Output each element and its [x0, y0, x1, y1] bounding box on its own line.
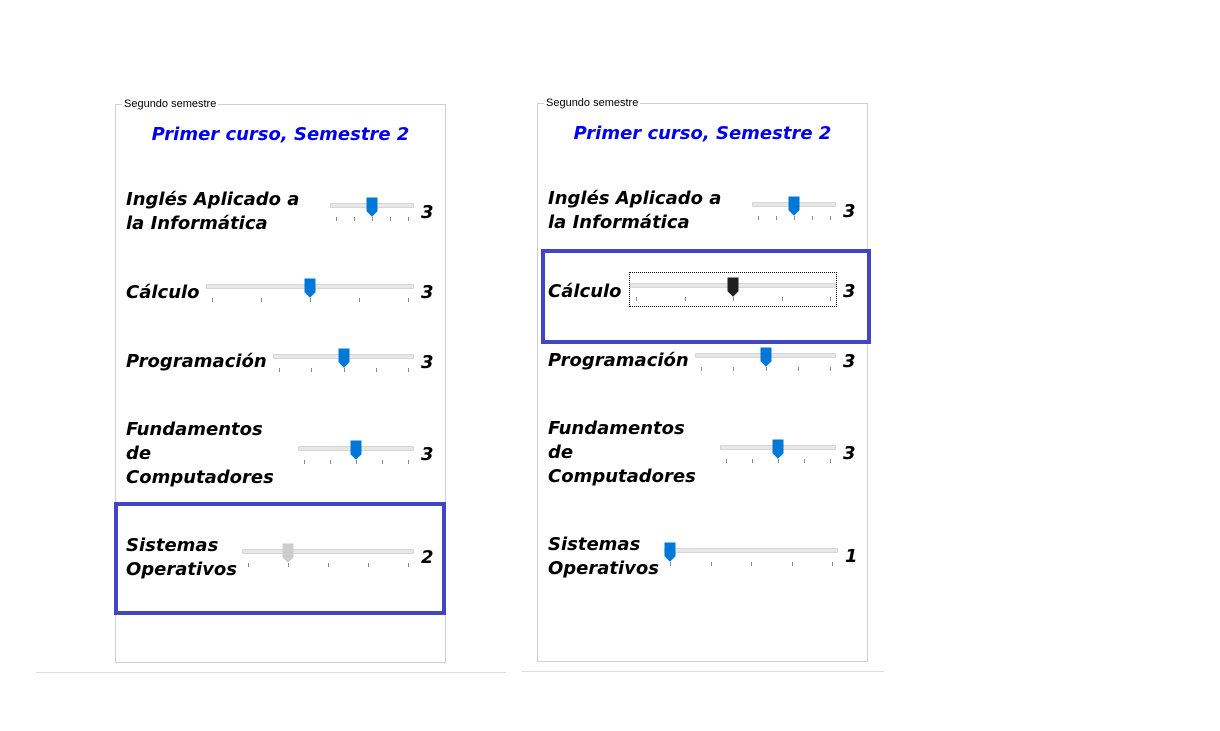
slider-tick [310, 298, 311, 302]
slider-tick [408, 563, 409, 567]
subject-label: Inglés Aplicado a la Informática [548, 188, 722, 233]
slider-thumb[interactable] [282, 543, 294, 563]
slider-tick [288, 563, 289, 567]
slider-tick [830, 216, 831, 220]
subject-label: Inglés Aplicado a la Informática [126, 189, 300, 234]
slider-tick [791, 562, 793, 566]
slider-tick [356, 460, 357, 464]
slider-tick [733, 297, 734, 301]
slider-tick [726, 459, 727, 463]
slider-tick [778, 459, 779, 463]
slider-tick [311, 368, 313, 372]
separator-line-right [522, 671, 884, 672]
slider-tick [832, 562, 833, 566]
subject-label: Fundamentos de Computadores [126, 419, 274, 488]
slider-tick [765, 367, 767, 371]
slider-tick [372, 217, 373, 221]
slider-tick [212, 298, 213, 302]
slider-tick [343, 368, 345, 372]
slider-tick [330, 460, 331, 464]
slider-tick [408, 217, 409, 221]
subject-value: 3 [421, 282, 434, 303]
slider-tick [336, 217, 337, 221]
course-title: Primer curso, Semestre 2 [573, 123, 832, 144]
slider-tick [408, 298, 409, 302]
separator-line-left [36, 672, 506, 673]
subject-value: 3 [421, 352, 434, 373]
slider-tick [684, 297, 686, 301]
subject-slider[interactable] [298, 440, 414, 468]
slider-tick [830, 459, 831, 463]
subject-label: Cálculo [126, 282, 200, 303]
subject-value: 3 [843, 443, 856, 464]
slider-tick [368, 563, 369, 567]
slider-tick [830, 367, 831, 371]
subject-slider[interactable] [206, 278, 414, 306]
subject-slider[interactable] [242, 543, 414, 571]
slider-tick [636, 297, 637, 301]
subject-slider[interactable] [629, 272, 837, 307]
subject-value: 1 [845, 546, 858, 567]
subject-slider[interactable] [273, 348, 414, 376]
course-title: Primer curso, Semestre 2 [151, 124, 410, 145]
slider-tick [701, 367, 702, 371]
slider-track [664, 548, 838, 553]
subject-label: Cálculo [548, 281, 622, 302]
slider-tick [830, 297, 831, 301]
slider-tick [781, 297, 783, 301]
slider-tick [328, 563, 329, 567]
slider-tick [359, 298, 360, 302]
slider-thumb[interactable] [772, 439, 784, 459]
slider-thumb[interactable] [304, 278, 316, 298]
subject-label: Programación [548, 350, 689, 371]
slider-tick [354, 217, 355, 221]
slider-thumb[interactable] [727, 277, 739, 297]
slider-tick [776, 216, 777, 220]
subject-value: 3 [421, 444, 434, 465]
subject-value: 3 [843, 201, 856, 222]
slider-tick [752, 459, 753, 463]
slider-tick [794, 216, 795, 220]
slider-tick [751, 562, 752, 566]
slider-tick [812, 216, 813, 220]
slider-tick [375, 368, 377, 372]
slider-track [242, 549, 414, 554]
subject-label: Sistemas Operativos [126, 535, 238, 580]
slider-thumb[interactable] [338, 348, 350, 368]
slider-tick [733, 367, 735, 371]
subject-slider[interactable] [695, 347, 836, 375]
slider-tick [670, 562, 671, 566]
slider-tick [797, 367, 799, 371]
slider-tick [304, 460, 305, 464]
subject-value: 3 [843, 281, 856, 302]
subject-value: 3 [421, 202, 434, 223]
subject-slider[interactable] [720, 439, 836, 467]
subject-slider[interactable] [752, 196, 836, 224]
slider-tick [710, 562, 712, 566]
group-title: Segundo semestre [122, 98, 219, 111]
subject-value: 2 [421, 547, 434, 568]
subject-label: Sistemas Operativos [548, 534, 660, 579]
slider-thumb[interactable] [760, 347, 772, 367]
slider-tick [390, 217, 391, 221]
subject-slider[interactable] [330, 197, 414, 225]
slider-tick [758, 216, 759, 220]
slider-thumb[interactable] [664, 542, 676, 562]
slider-thumb[interactable] [788, 196, 800, 216]
slider-tick [408, 368, 409, 372]
subject-value: 3 [843, 351, 856, 372]
slider-thumb[interactable] [350, 440, 362, 460]
subject-label: Fundamentos de Computadores [548, 418, 696, 487]
slider-tick [804, 459, 805, 463]
slider-tick [261, 298, 262, 302]
slider-tick [408, 460, 409, 464]
subject-slider[interactable] [664, 542, 838, 570]
slider-tick [279, 368, 280, 372]
slider-tick [382, 460, 383, 464]
subject-label: Programación [126, 351, 267, 372]
group-title: Segundo semestre [544, 97, 641, 110]
slider-thumb[interactable] [366, 197, 378, 217]
slider-tick [248, 563, 249, 567]
